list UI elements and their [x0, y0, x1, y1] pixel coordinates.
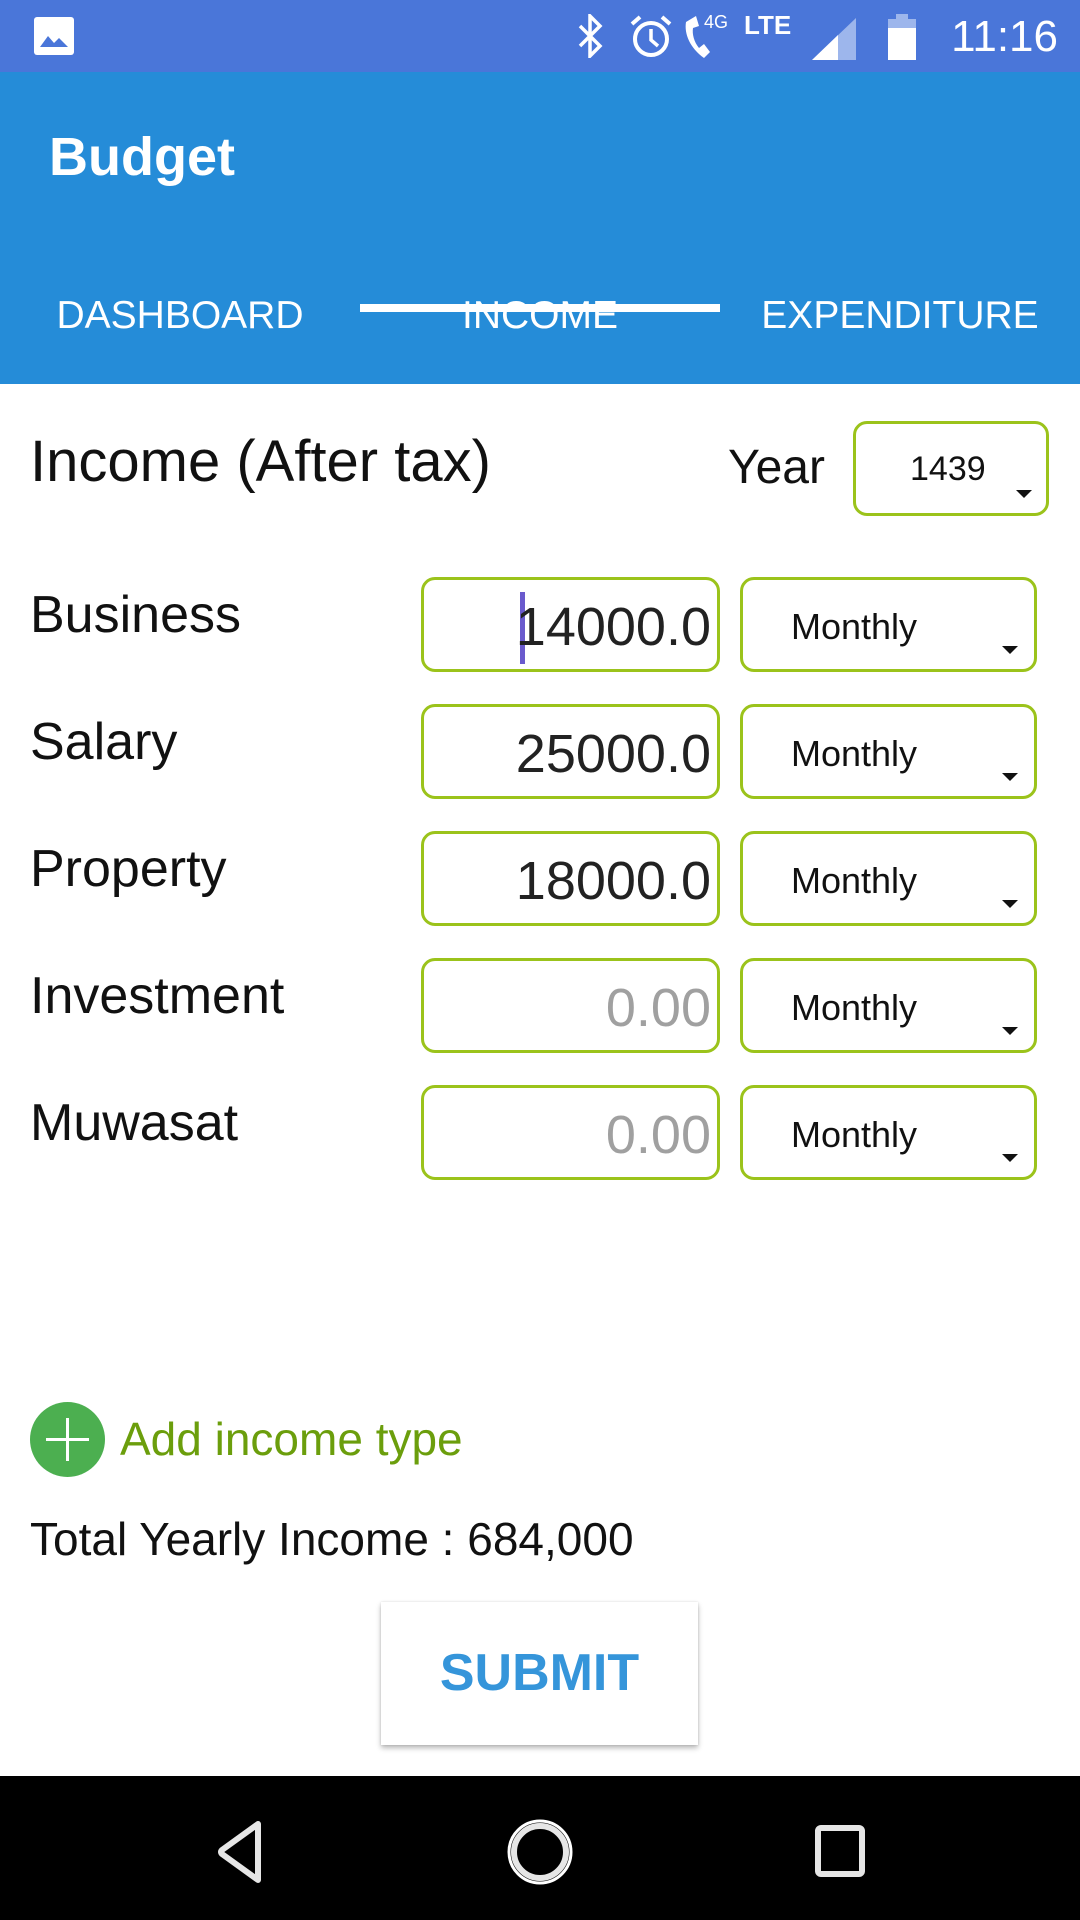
salary-frequency-value: Monthly — [791, 733, 918, 774]
year-label: Year — [728, 441, 825, 494]
muwasat-frequency-dropdown[interactable]: Monthly — [740, 1085, 1037, 1180]
status-bar: 4G LTE 11:16 — [0, 0, 1080, 72]
network-type-label: LTE — [744, 10, 792, 40]
total-yearly-income: Total Yearly Income : 684,000 — [30, 1513, 634, 1565]
dropdown-caret-icon — [1002, 773, 1018, 781]
property-frequency-value: Monthly — [791, 860, 918, 901]
business-frequency-dropdown[interactable]: Monthly — [740, 577, 1037, 672]
call-network-label: 4G — [704, 12, 729, 32]
year-dropdown[interactable]: 1439 — [853, 421, 1049, 516]
system-nav-bar — [0, 1776, 1080, 1920]
property-amount-value: 18000.0 — [515, 851, 711, 911]
salary-amount-value: 25000.0 — [515, 724, 711, 784]
alarm-icon — [630, 15, 672, 57]
dropdown-caret-icon — [1002, 900, 1018, 908]
clock: 11:16 — [951, 12, 1058, 61]
investment-amount-placeholder: 0.00 — [605, 978, 711, 1038]
add-income-type-label: Add income type — [120, 1413, 463, 1465]
muwasat-amount-input[interactable]: 0.00 — [421, 1085, 720, 1180]
back-icon[interactable] — [200, 1812, 280, 1892]
tab-indicator — [360, 304, 720, 312]
income-label-muwasat: Muwasat — [30, 1094, 239, 1152]
submit-button[interactable]: SUBMIT — [381, 1602, 698, 1745]
muwasat-frequency-value: Monthly — [791, 1114, 918, 1155]
app-bar: Budget DASHBOARD INCOME EXPENDITURE — [0, 72, 1080, 384]
investment-frequency-dropdown[interactable]: Monthly — [740, 958, 1037, 1053]
income-label-investment: Investment — [30, 967, 285, 1025]
muwasat-amount-placeholder: 0.00 — [605, 1105, 711, 1165]
recents-icon[interactable] — [800, 1812, 880, 1892]
investment-amount-input[interactable]: 0.00 — [421, 958, 720, 1053]
tab-bar: DASHBOARD INCOME EXPENDITURE — [0, 252, 1080, 384]
investment-frequency-value: Monthly — [791, 987, 918, 1028]
tab-expenditure[interactable]: EXPENDITURE — [720, 252, 1080, 384]
bluetooth-icon — [578, 14, 603, 58]
salary-frequency-dropdown[interactable]: Monthly — [740, 704, 1037, 799]
dropdown-caret-icon — [1016, 490, 1032, 498]
tab-income[interactable]: INCOME — [360, 252, 720, 384]
dropdown-caret-icon — [1002, 646, 1018, 654]
business-amount-value: 14000.0 — [515, 597, 711, 657]
gallery-notification-icon — [34, 17, 74, 55]
income-label-business: Business — [30, 586, 241, 644]
add-circle-icon — [30, 1402, 105, 1477]
business-frequency-value: Monthly — [791, 606, 918, 647]
income-label-salary: Salary — [30, 713, 178, 771]
home-icon[interactable] — [500, 1812, 580, 1892]
salary-amount-input[interactable]: 25000.0 — [421, 704, 720, 799]
signal-icon — [812, 18, 856, 60]
page-title: Income (After tax) — [30, 429, 491, 494]
app-title: Budget — [49, 127, 235, 187]
property-amount-input[interactable]: 18000.0 — [421, 831, 720, 926]
battery-icon — [888, 14, 916, 60]
dropdown-caret-icon — [1002, 1154, 1018, 1162]
tab-dashboard[interactable]: DASHBOARD — [0, 252, 360, 384]
year-value: 1439 — [910, 450, 986, 488]
property-frequency-dropdown[interactable]: Monthly — [740, 831, 1037, 926]
dropdown-caret-icon — [1002, 1027, 1018, 1035]
income-label-property: Property — [30, 840, 227, 898]
business-amount-input[interactable]: 14000.0 — [421, 577, 720, 672]
